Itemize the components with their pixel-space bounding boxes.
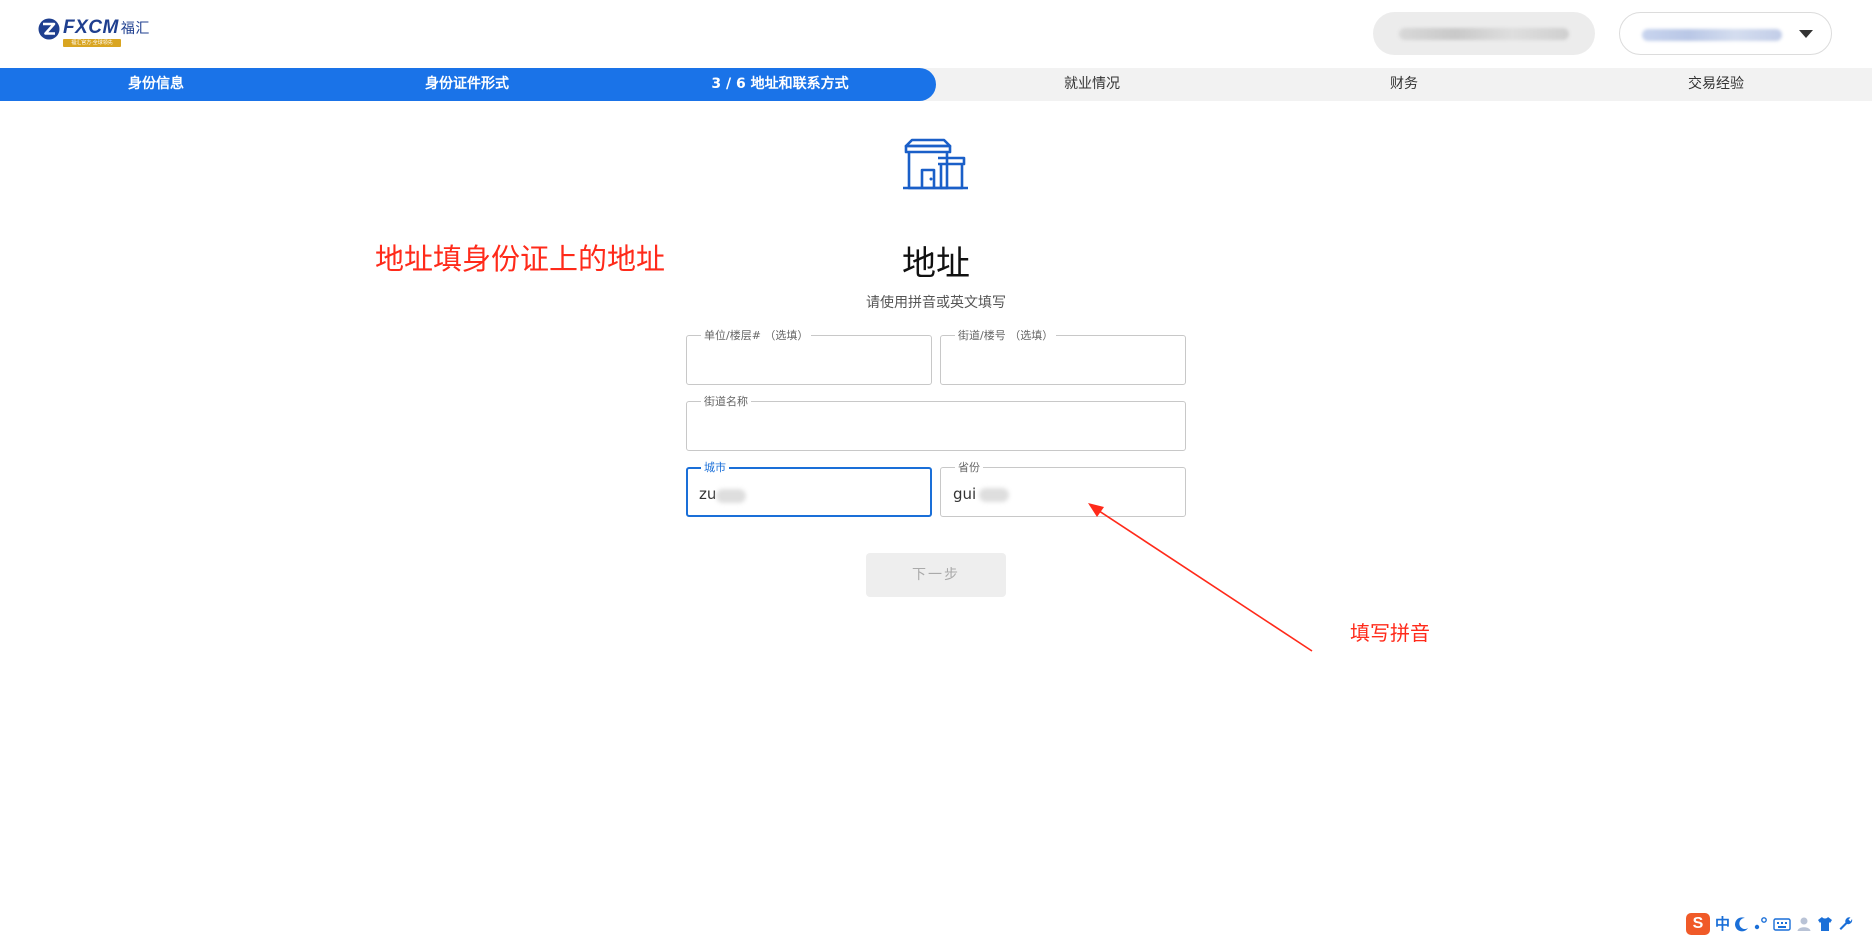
logo-wordmark: FXCM 福汇 — [63, 17, 150, 38]
redacted-account — [1399, 28, 1569, 40]
redacted-city — [716, 489, 746, 503]
shirt-icon[interactable] — [1817, 916, 1833, 932]
redacted-province — [979, 488, 1009, 502]
user-menu-dropdown[interactable] — [1619, 12, 1832, 55]
city-value: zu — [699, 485, 717, 503]
unit-floor-label: 单位/楼层# （选填） — [701, 329, 812, 342]
fxcm-logo[interactable]: FXCM 福汇 福汇官方·全球领先 — [38, 18, 150, 48]
unit-floor-field[interactable]: 单位/楼层# （选填） — [686, 329, 932, 385]
chevron-down-icon — [1799, 30, 1813, 38]
ime-toolbar: S 中 — [1686, 912, 1872, 936]
wrench-icon[interactable] — [1838, 916, 1854, 932]
logo-cn: 福汇 — [120, 20, 150, 36]
sogou-ime-logo[interactable]: S — [1686, 913, 1710, 935]
street-building-label: 街道/楼号 （选填） — [955, 329, 1057, 342]
page-subtitle: 请使用拼音或英文填写 — [866, 295, 1006, 311]
ime-mode-toggle[interactable]: 中 — [1715, 913, 1730, 935]
annotation-pinyin: 填写拼音 — [1350, 621, 1430, 645]
keyboard-icon[interactable] — [1773, 916, 1791, 932]
punctuation-icon[interactable] — [1754, 916, 1768, 932]
step-id-document[interactable]: 身份证件形式 — [337, 68, 597, 101]
step-address-contact[interactable]: 3 / 6 地址和联系方式 — [650, 68, 910, 101]
street-building-field[interactable]: 街道/楼号 （选填） — [940, 329, 1186, 385]
street-name-label: 街道名称 — [701, 395, 751, 408]
user-icon[interactable] — [1796, 916, 1812, 932]
progress-steps: 身份信息 身份证件形式 3 / 6 地址和联系方式 就业情况 财务 交易经验 — [0, 68, 1872, 101]
next-step-button[interactable]: 下一步 — [866, 553, 1006, 597]
top-header: FXCM 福汇 福汇官方·全球领先 — [0, 0, 1872, 68]
step-employment[interactable]: 就业情况 — [962, 68, 1222, 101]
moon-icon[interactable] — [1735, 916, 1749, 932]
annotation-arrow-icon — [1088, 503, 1313, 652]
account-number-pill — [1373, 12, 1595, 55]
annotation-id-address: 地址填身份证上的地址 — [375, 242, 666, 276]
fxcm-z-logo-icon — [38, 18, 60, 40]
province-label: 省份 — [955, 461, 983, 474]
step-finance[interactable]: 财务 — [1274, 68, 1534, 101]
city-label: 城市 — [701, 461, 729, 474]
page-title: 地址 — [902, 244, 970, 284]
redacted-user — [1642, 29, 1782, 41]
street-name-field[interactable]: 街道名称 — [686, 395, 1186, 451]
logo-tagline: 福汇官方·全球领先 — [63, 39, 121, 47]
step-trading-experience[interactable]: 交易经验 — [1586, 68, 1846, 101]
step-identity-info[interactable]: 身份信息 — [26, 68, 286, 101]
city-field[interactable]: 城市 zu — [686, 461, 932, 517]
storefront-icon — [903, 138, 968, 190]
province-value: gui — [953, 485, 977, 503]
